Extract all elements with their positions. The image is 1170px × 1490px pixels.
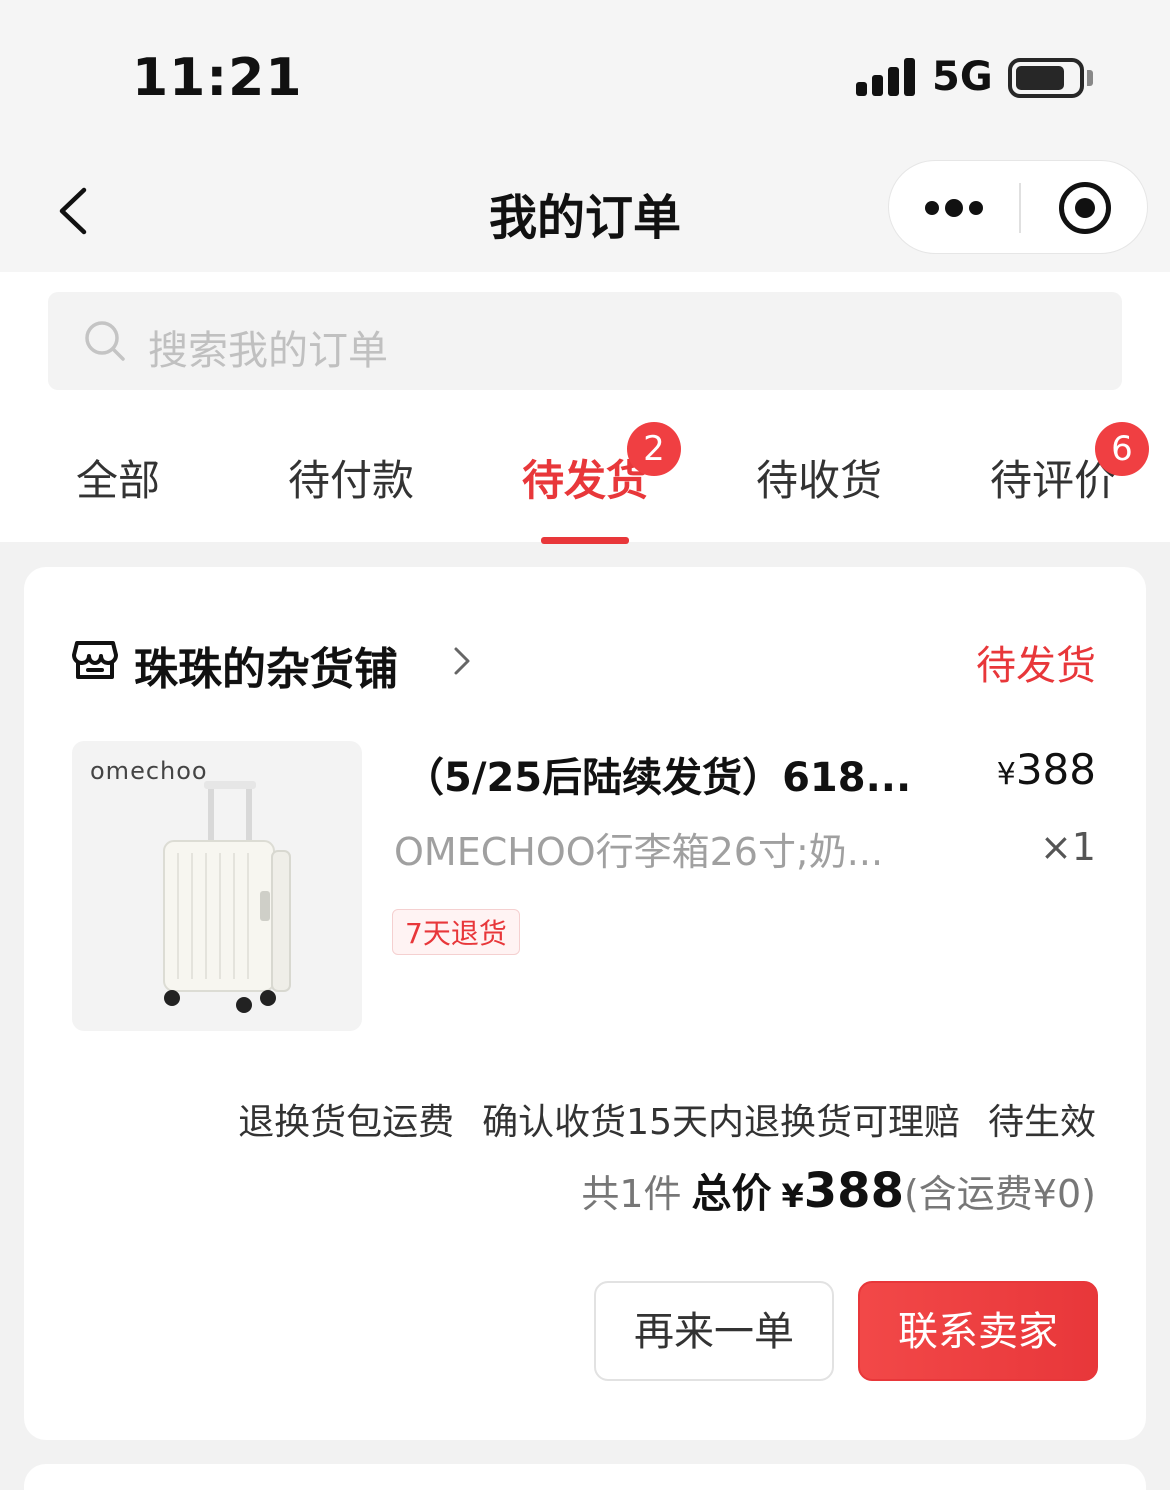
capsule-divider <box>1019 183 1021 233</box>
close-mini-program-icon[interactable] <box>1059 182 1111 234</box>
shop-icon <box>72 641 118 679</box>
service-return-compensation: 确认收货15天内退换货可理赔 <box>482 1102 960 1143</box>
shop-name[interactable]: 珠珠的杂货铺 <box>134 633 398 697</box>
product-price: ¥388 <box>997 745 1096 794</box>
tab-pending-receipt[interactable]: 待收货 <box>756 447 882 508</box>
shipping-fee: (含运费¥0) <box>903 1172 1096 1216</box>
service-status: 待生效 <box>987 1102 1096 1143</box>
total-label: 总价 <box>691 1171 772 1217</box>
battery-icon <box>1008 58 1084 98</box>
price-currency: ¥ <box>996 757 1016 792</box>
network-label: 5G <box>932 54 993 100</box>
battery-cap <box>1087 70 1093 86</box>
brand-logo: omechoo <box>90 757 208 785</box>
product-image[interactable]: omechoo <box>72 741 362 1031</box>
chevron-right-icon[interactable] <box>452 645 472 677</box>
more-icon[interactable] <box>925 197 985 219</box>
active-tab-indicator <box>541 537 629 544</box>
next-order-card[interactable] <box>24 1464 1146 1490</box>
search-icon <box>85 321 125 361</box>
price-value: 388 <box>1015 745 1096 794</box>
service-free-return-shipping: 退换货包运费 <box>238 1102 455 1143</box>
tab-all[interactable]: 全部 <box>76 447 160 508</box>
status-time: 11:21 <box>132 48 303 108</box>
signal-icon <box>856 58 916 96</box>
reorder-button[interactable]: 再来一单 <box>594 1281 834 1381</box>
status-bar: 11:21 5G <box>0 0 1170 150</box>
product-quantity: ×1 <box>1039 825 1096 869</box>
tab-pending-payment[interactable]: 待付款 <box>288 447 414 508</box>
order-total: 共1件 总价 ¥388(含运费¥0) <box>581 1161 1096 1219</box>
order-card[interactable]: 珠珠的杂货铺 待发货 omechoo （5/25后陆续发货）618... OME… <box>24 567 1146 1440</box>
product-title[interactable]: （5/25后陆续发货）618... <box>404 745 924 803</box>
search-input[interactable]: 搜索我的订单 <box>48 292 1122 390</box>
item-count: 共1件 <box>581 1172 682 1216</box>
tab-badge-pending-shipment: 2 <box>627 422 681 476</box>
tab-badge-pending-review: 6 <box>1095 422 1149 476</box>
return-policy-tag: 7天退货 <box>392 909 520 955</box>
order-status: 待发货 <box>976 643 1096 689</box>
search-placeholder: 搜索我的订单 <box>148 328 388 374</box>
contact-seller-button[interactable]: 联系卖家 <box>858 1281 1098 1381</box>
nav-bar: 我的订单 <box>0 150 1170 272</box>
product-spec: OMECHOO行李箱26寸;奶... <box>394 830 884 874</box>
header-area: 搜索我的订单 全部 待付款 待发货 2 待收货 待评价 6 <box>0 272 1170 544</box>
total-amount: 388 <box>803 1163 904 1219</box>
total-currency: ¥ <box>781 1177 804 1215</box>
service-guarantees: 退换货包运费 确认收货15天内退换货可理赔 待生效 <box>210 1093 1096 1145</box>
mini-program-capsule <box>888 160 1148 254</box>
